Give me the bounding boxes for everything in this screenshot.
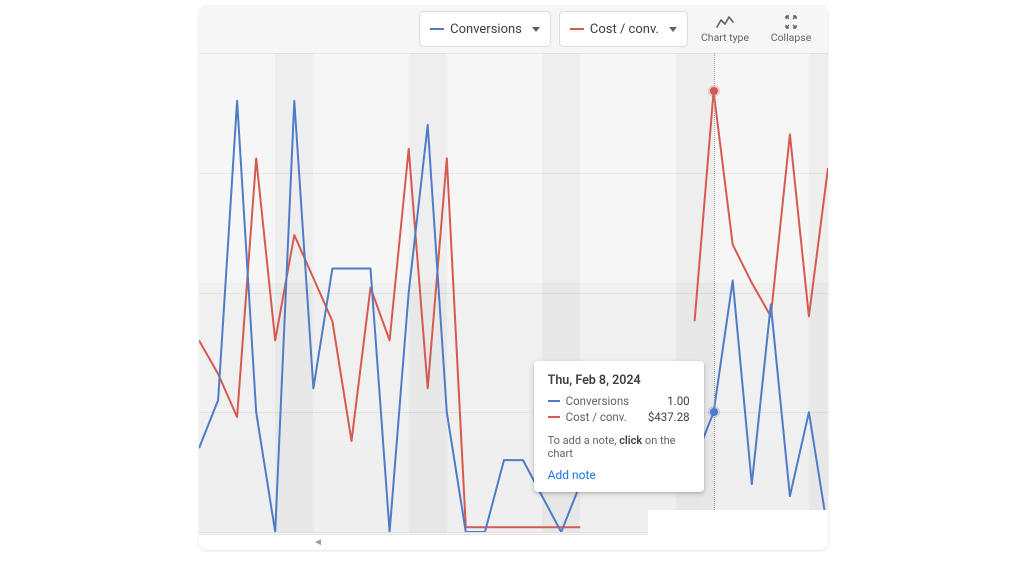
collapse-button[interactable]: Collapse: [762, 9, 820, 49]
chart-lines-svg: [199, 53, 828, 532]
tooltip-row: Conversions 1.00: [548, 394, 690, 408]
tooltip-row-value: $437.28: [648, 410, 690, 424]
legend-dash: [548, 416, 560, 418]
caret-down-icon: [532, 27, 540, 32]
chart-type-label: Chart type: [701, 31, 749, 44]
hover-guideline: [714, 53, 715, 532]
chart-card: Conversions Cost / conv. Chart type Coll…: [199, 5, 828, 550]
overlay-cutout: [648, 510, 828, 550]
caret-down-icon: [669, 27, 677, 32]
legend-dash-blue: [430, 28, 444, 30]
line-chart-icon: [716, 15, 734, 29]
legend-dash: [548, 400, 560, 402]
chart-toolbar: Conversions Cost / conv. Chart type Coll…: [199, 5, 828, 53]
add-note-button[interactable]: Add note: [548, 468, 690, 482]
tooltip-date: Thu, Feb 8, 2024: [548, 373, 690, 388]
collapse-label: Collapse: [771, 31, 812, 44]
scroll-handle-icon: ◄: [313, 537, 321, 548]
chart-plot-area[interactable]: Thu, Feb 8, 2024 Conversions 1.00 Cost / co…: [199, 53, 828, 532]
metric-b-label: Cost / conv.: [590, 22, 659, 37]
hover-marker-cost: [710, 87, 718, 95]
series-line: [199, 149, 580, 527]
metric-a-dropdown[interactable]: Conversions: [419, 11, 551, 47]
chart-type-button[interactable]: Chart type: [696, 9, 754, 49]
collapse-icon: [783, 15, 799, 29]
tooltip-row: Cost / conv. $437.28: [548, 410, 690, 424]
tooltip-note-hint: To add a note, click on the chart: [548, 434, 690, 460]
chart-tooltip: Thu, Feb 8, 2024 Conversions 1.00 Cost / co…: [534, 361, 704, 492]
metric-a-label: Conversions: [450, 22, 522, 37]
tooltip-row-label: Cost / conv.: [566, 410, 627, 424]
tooltip-row-label: Conversions: [566, 394, 629, 408]
metric-b-dropdown[interactable]: Cost / conv.: [559, 11, 688, 47]
legend-dash-red: [570, 28, 584, 30]
tooltip-row-value: 1.00: [667, 394, 689, 408]
hover-marker-conversions: [710, 408, 718, 416]
